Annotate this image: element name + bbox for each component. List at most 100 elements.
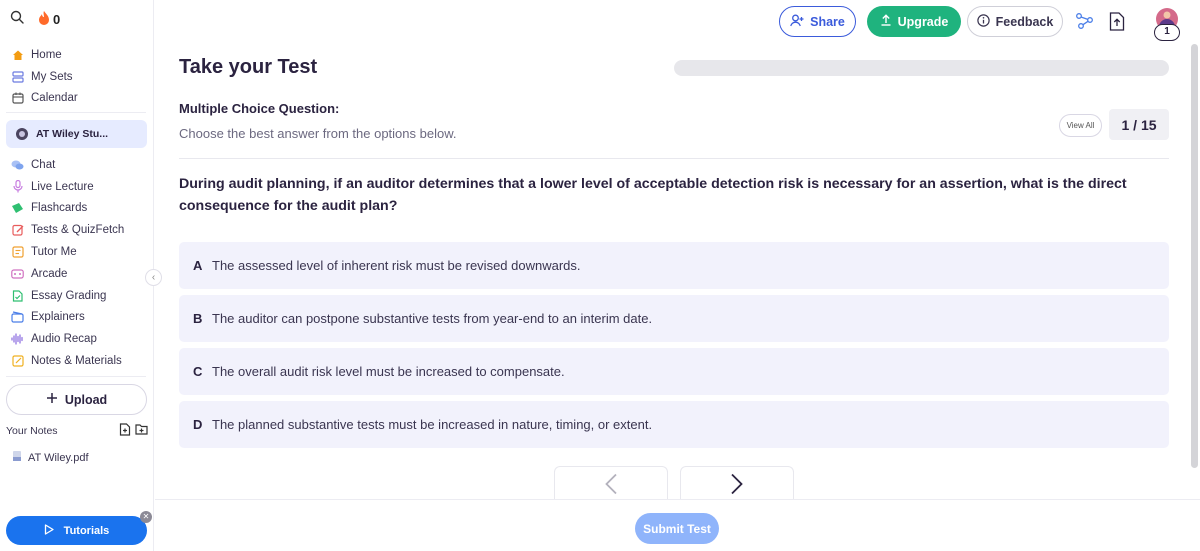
info-icon xyxy=(976,13,990,30)
chat-icon xyxy=(11,158,24,171)
sidebar-item-tutor-me[interactable]: Tutor Me xyxy=(0,241,154,263)
option-text: The assessed level of inherent risk must… xyxy=(212,258,581,273)
workspace-avatar-icon xyxy=(16,128,28,140)
option-letter: D xyxy=(193,417,203,432)
workspace-selector[interactable]: AT Wiley Stu... xyxy=(6,120,147,148)
sidebar-item-label: Essay Grading xyxy=(31,289,107,302)
question-type-label: Multiple Choice Question: xyxy=(179,101,340,116)
tutorials-label: Tutorials xyxy=(63,524,110,537)
close-icon[interactable]: ✕ xyxy=(140,511,152,523)
play-icon xyxy=(44,523,54,538)
streak-count: 0 xyxy=(53,12,61,27)
audio-icon xyxy=(11,333,24,346)
upload-arrow-icon xyxy=(880,14,892,29)
sidebar-divider xyxy=(6,112,146,113)
export-file-icon[interactable] xyxy=(1107,10,1127,32)
notes-icon xyxy=(11,355,24,368)
your-notes-label: Your Notes xyxy=(6,425,58,437)
page-title: Take your Test xyxy=(179,56,318,78)
sidebar-item-audio-recap[interactable]: Audio Recap xyxy=(0,328,154,350)
plus-icon xyxy=(46,392,58,407)
question-instruction: Choose the best answer from the options … xyxy=(179,126,457,141)
add-person-icon xyxy=(790,14,804,30)
new-folder-icon[interactable] xyxy=(135,423,148,439)
sidebar-item-home[interactable]: Home xyxy=(0,44,154,66)
sidebar-item-label: Live Lecture xyxy=(31,180,94,193)
sidebar-item-chat[interactable]: Chat xyxy=(0,154,154,176)
sidebar-item-label: Home xyxy=(31,48,62,61)
tutor-icon xyxy=(11,246,24,259)
sidebar-item-label: My Sets xyxy=(31,70,73,83)
upload-label: Upload xyxy=(64,392,108,407)
chevron-left-icon xyxy=(604,473,618,500)
feedback-button[interactable]: Feedback xyxy=(967,6,1063,37)
option-text: The auditor can postpone substantive tes… xyxy=(212,311,653,326)
sidebar-item-explainers[interactable]: Explainers xyxy=(0,307,154,329)
sidebar-item-arcade[interactable]: Arcade xyxy=(0,263,154,285)
flashcards-icon xyxy=(11,202,24,215)
sidebar-item-label: Tutor Me xyxy=(31,246,77,259)
upload-button[interactable]: Upload xyxy=(6,384,147,415)
sidebar-item-my-sets[interactable]: My Sets xyxy=(0,66,154,88)
pdf-file-icon xyxy=(12,450,22,465)
sidebar-item-label: Chat xyxy=(31,158,56,171)
avatar[interactable]: 1 xyxy=(1153,7,1181,41)
sidebar: 0 Home My Sets Calendar AT Wiley Stu... xyxy=(0,0,154,551)
new-note-icon[interactable] xyxy=(119,423,131,439)
sidebar-item-label: Calendar xyxy=(31,92,78,105)
sidebar-item-label: Notes & Materials xyxy=(31,355,122,368)
tutorials-button[interactable]: Tutorials xyxy=(6,516,147,545)
test-progress-bar xyxy=(674,60,1169,76)
sidebar-item-tests[interactable]: Tests & QuizFetch xyxy=(0,219,154,241)
upgrade-button[interactable]: Upgrade xyxy=(867,6,961,37)
answer-option-b[interactable]: B The auditor can postpone substantive t… xyxy=(179,295,1169,342)
sidebar-item-calendar[interactable]: Calendar xyxy=(0,88,154,110)
question-divider xyxy=(179,158,1169,159)
sets-icon xyxy=(11,70,24,83)
answer-option-d[interactable]: D The planned substantive tests must be … xyxy=(179,401,1169,448)
sidebar-item-live-lecture[interactable]: Live Lecture xyxy=(0,176,154,198)
sidebar-nav-tools: Chat Live Lecture Flashcards Tests & Qui… xyxy=(0,154,154,372)
note-item[interactable]: AT Wiley.pdf xyxy=(12,450,89,465)
avatar-badge: 1 xyxy=(1154,24,1180,41)
search-icon[interactable] xyxy=(10,10,24,29)
sidebar-item-label: Arcade xyxy=(31,267,68,280)
test-icon xyxy=(11,224,24,237)
submit-test-button[interactable]: Submit Test xyxy=(635,513,719,544)
option-text: The planned substantive tests must be in… xyxy=(212,417,653,432)
sidebar-item-label: Flashcards xyxy=(31,202,88,215)
essay-icon xyxy=(11,289,24,302)
option-text: The overall audit risk level must be inc… xyxy=(212,364,565,379)
sidebar-top: 0 xyxy=(10,10,60,29)
sidebar-item-notes-materials[interactable]: Notes & Materials xyxy=(0,350,154,372)
share-button[interactable]: Share xyxy=(779,6,856,37)
explainers-icon xyxy=(11,311,24,324)
arcade-icon xyxy=(11,267,24,280)
answer-option-c[interactable]: C The overall audit risk level must be i… xyxy=(179,348,1169,395)
streak-counter[interactable]: 0 xyxy=(38,11,60,28)
sidebar-item-label: Audio Recap xyxy=(31,333,97,346)
chevron-left-icon: ‹ xyxy=(151,272,156,283)
flame-icon xyxy=(38,11,50,28)
mind-map-icon[interactable] xyxy=(1075,10,1095,32)
your-notes-header: Your Notes xyxy=(6,423,148,439)
view-all-button[interactable]: View All xyxy=(1059,114,1102,137)
option-letter: C xyxy=(193,364,203,379)
option-letter: B xyxy=(193,311,203,326)
collapse-sidebar-button[interactable]: ‹ xyxy=(145,269,162,286)
sidebar-nav-top: Home My Sets Calendar xyxy=(0,44,154,109)
note-label: AT Wiley.pdf xyxy=(28,451,89,464)
question-text: During audit planning, if an auditor det… xyxy=(179,176,1127,214)
feedback-label: Feedback xyxy=(995,14,1054,29)
sidebar-item-label: Explainers xyxy=(31,311,85,324)
app-root: 0 Home My Sets Calendar AT Wiley Stu... xyxy=(0,0,1200,551)
share-label: Share xyxy=(810,14,845,29)
answer-option-a[interactable]: A The assessed level of inherent risk mu… xyxy=(179,242,1169,289)
sidebar-item-flashcards[interactable]: Flashcards xyxy=(0,198,154,220)
workspace-label: AT Wiley Stu... xyxy=(36,128,109,140)
microphone-icon xyxy=(11,180,24,193)
sidebar-item-essay-grading[interactable]: Essay Grading xyxy=(0,285,154,307)
sidebar-item-label: Tests & QuizFetch xyxy=(31,224,125,237)
scrollbar-thumb[interactable] xyxy=(1191,44,1198,468)
question-counter: 1 / 15 xyxy=(1109,109,1169,140)
